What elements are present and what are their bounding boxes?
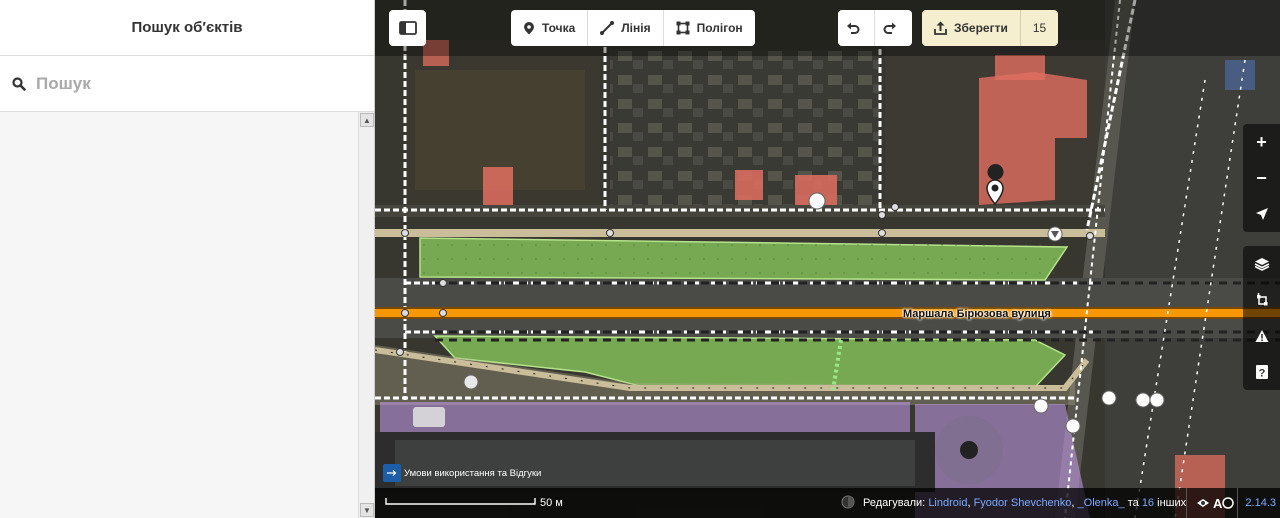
save-group: Зберегти 15 <box>922 10 1059 46</box>
background-layers-button[interactable] <box>1243 246 1280 282</box>
issues-button[interactable] <box>1243 318 1280 354</box>
sidebar-scrollbar[interactable]: ▲ ▼ <box>358 112 374 518</box>
add-point-label: Точка <box>542 21 576 35</box>
version-label[interactable]: 2.14.3 <box>1245 497 1276 509</box>
terms-label: Умови використання та Відгуки <box>404 467 542 479</box>
search-input[interactable] <box>36 73 336 94</box>
scale-label: 50 м <box>540 497 563 509</box>
satellite-imagery <box>375 0 1280 518</box>
add-point-button[interactable]: Точка <box>511 10 589 46</box>
top-toolbar: Точка Лінія Полігон Зберегти 15 <box>375 0 1280 56</box>
add-line-button[interactable]: Лінія <box>588 10 664 46</box>
sidebar: Пошук об′єктів ▲ ▼ <box>0 0 375 518</box>
upload-icon <box>934 21 947 35</box>
contributor-link[interactable]: _Olenka_ <box>1078 497 1125 509</box>
terms-link[interactable]: Умови використання та Відгуки <box>383 464 541 482</box>
map-data-icon <box>1256 293 1267 306</box>
undo-icon <box>846 22 859 34</box>
edit-count: 15 <box>1032 21 1047 35</box>
history-group <box>838 10 912 46</box>
contributors-credit: Редагували: Lindroid, Fyodor Shevchenko,… <box>863 497 1187 509</box>
sidebar-toggle-button[interactable] <box>389 10 426 46</box>
credits-and: та <box>1127 497 1139 509</box>
undo-button[interactable] <box>838 10 875 46</box>
redo-icon <box>883 22 896 34</box>
polygon-icon <box>676 21 690 35</box>
svg-text:?: ? <box>1258 368 1265 380</box>
search-bar <box>0 56 374 112</box>
add-line-label: Лінія <box>621 21 651 35</box>
add-feature-group: Точка Лінія Полігон <box>511 10 755 46</box>
line-icon <box>600 21 615 35</box>
contributor-link[interactable]: Lindroid <box>928 497 967 509</box>
zoom-in-button[interactable]: + <box>1243 124 1280 160</box>
layers-icon <box>1254 258 1269 271</box>
minus-icon: − <box>1256 167 1267 188</box>
point-icon <box>524 22 534 35</box>
scroll-down-arrow[interactable]: ▼ <box>360 503 374 517</box>
add-area-button[interactable]: Полігон <box>664 10 755 46</box>
search-icon <box>12 76 26 91</box>
street-label: Маршала Бірюзова вулиця <box>903 308 1051 320</box>
help-icon: ? <box>1255 365 1268 380</box>
accessibility-icons[interactable]: A <box>1195 494 1235 515</box>
scale-bar: 50 м <box>385 492 575 515</box>
svg-text:A: A <box>1213 496 1223 511</box>
sidebar-title: Пошук об′єктів <box>0 0 374 56</box>
map-footer: 50 м Редагували: Lindroid, Fyodor Shevch… <box>375 488 1280 518</box>
credits-others: інших <box>1157 497 1187 509</box>
plus-icon: + <box>1256 131 1267 152</box>
add-area-label: Полігон <box>696 21 743 35</box>
scroll-up-arrow[interactable]: ▲ <box>360 113 374 127</box>
others-count-link[interactable]: 16 <box>1142 497 1154 509</box>
history-panel-icon[interactable] <box>841 495 855 509</box>
credits-prefix: Редагували: <box>863 497 926 509</box>
warning-icon <box>1255 330 1268 342</box>
geolocate-button[interactable] <box>1243 196 1280 232</box>
contributor-link[interactable]: Fyodor Shevchenko <box>974 497 1072 509</box>
map-canvas[interactable]: Маршала Бірюзова вулиця Точка Лінія Полі… <box>375 0 1280 518</box>
sidebar-toggle-icon <box>398 21 417 35</box>
redo-button[interactable] <box>875 10 912 46</box>
map-icon <box>383 464 401 482</box>
location-arrow-icon <box>1255 208 1268 220</box>
map-data-button[interactable] <box>1243 282 1280 318</box>
help-button[interactable]: ? <box>1243 354 1280 390</box>
save-button[interactable]: Зберегти <box>922 10 1021 46</box>
save-label: Зберегти <box>954 21 1008 35</box>
zoom-out-button[interactable]: − <box>1243 160 1280 196</box>
